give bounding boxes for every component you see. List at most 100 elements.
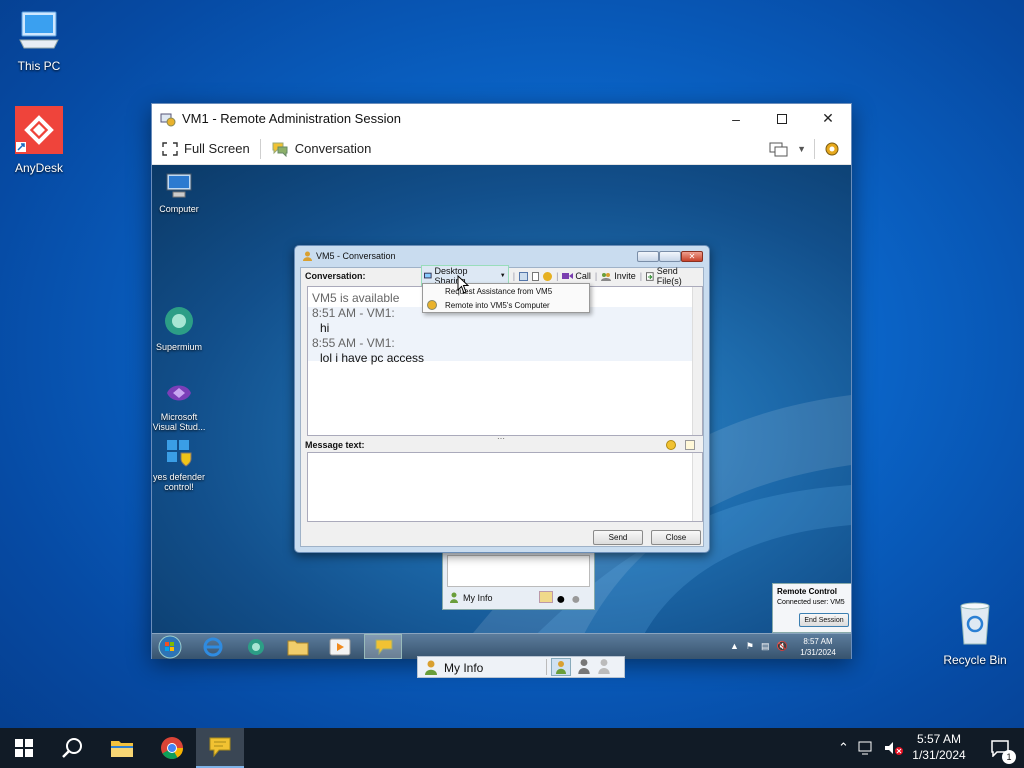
window-toolbar: Full Screen Conversation ▼ bbox=[152, 133, 851, 165]
conversation-taskbar-button[interactable] bbox=[364, 634, 402, 659]
clock-date: 1/31/2024 bbox=[912, 748, 966, 762]
window-titlebar: VM1 - Remote Administration Session – ✕ bbox=[152, 104, 851, 133]
flag-icon[interactable]: ⚑ bbox=[746, 641, 754, 652]
whiteboard-icon[interactable] bbox=[519, 271, 528, 281]
notification-center-button[interactable]: 1 bbox=[980, 728, 1020, 768]
call-label: Call bbox=[575, 271, 591, 281]
internet-explorer-icon[interactable] bbox=[202, 637, 224, 657]
busy-status-icon[interactable] bbox=[577, 658, 591, 674]
conv-minimize-button[interactable] bbox=[637, 251, 659, 262]
win7-start-button[interactable] bbox=[158, 635, 182, 659]
conv-maximize-button[interactable] bbox=[659, 251, 681, 262]
remote-into-item[interactable]: Remote into VM5's Computer bbox=[445, 301, 550, 310]
chrome-icon bbox=[161, 737, 183, 759]
history-scrollbar[interactable] bbox=[692, 287, 702, 435]
fullscreen-icon bbox=[162, 141, 178, 156]
emoticon-icon[interactable] bbox=[543, 271, 553, 281]
conversation-button[interactable]: Conversation bbox=[261, 133, 382, 164]
online-status-icon[interactable] bbox=[539, 591, 553, 603]
display-select-icon[interactable] bbox=[769, 141, 789, 157]
clock[interactable]: 5:57 AM 1/31/2024 bbox=[902, 731, 976, 763]
maximize-button[interactable] bbox=[759, 104, 805, 133]
system-tray: ⌃ bbox=[838, 740, 905, 756]
chat-bubble-icon bbox=[375, 639, 393, 656]
message-input[interactable] bbox=[307, 452, 703, 522]
recycle-bin-glyph-icon bbox=[960, 602, 990, 645]
close-dialog-button[interactable]: Close bbox=[651, 530, 701, 545]
tray-chevron-icon[interactable]: ▲ bbox=[730, 641, 739, 652]
minimize-button[interactable]: – bbox=[713, 104, 759, 133]
windows-shield-icon bbox=[167, 440, 192, 467]
recycle-bin-icon[interactable]: Recycle Bin bbox=[940, 600, 1010, 667]
remote-contacts-window: My Info ● ● bbox=[442, 550, 595, 610]
splitter-handle[interactable]: ⋯ bbox=[497, 434, 505, 443]
offline-status-icon[interactable]: ● bbox=[571, 591, 583, 608]
supermium-taskbar-icon[interactable] bbox=[245, 637, 267, 657]
status-icons bbox=[551, 658, 611, 676]
invite-button[interactable]: Invite bbox=[601, 271, 636, 281]
message-text-label: Message text: bbox=[305, 440, 365, 450]
send-files-label: Send File(s) bbox=[656, 266, 682, 286]
chrome-taskbar-button[interactable] bbox=[148, 728, 196, 768]
full-screen-label: Full Screen bbox=[184, 141, 250, 156]
user-icon bbox=[450, 592, 458, 603]
my-info-label: My Info bbox=[444, 660, 484, 675]
conv-close-button[interactable]: ✕ bbox=[681, 251, 703, 262]
recycle-bin-label: Recycle Bin bbox=[943, 653, 1007, 667]
this-pc-icon[interactable]: This PC bbox=[4, 10, 74, 73]
format-icon[interactable] bbox=[685, 440, 695, 450]
network-icon[interactable] bbox=[857, 740, 875, 756]
media-player-icon[interactable] bbox=[329, 638, 351, 656]
close-button[interactable]: ✕ bbox=[805, 104, 851, 133]
network-icon[interactable]: ▤ bbox=[761, 641, 770, 652]
remote-computer-icon[interactable]: Computer bbox=[152, 173, 210, 214]
remote-defender-control-icon[interactable]: yes defender control! bbox=[152, 437, 210, 492]
conversation-label: Conversation: bbox=[305, 271, 366, 281]
search-button[interactable] bbox=[48, 728, 96, 768]
file-explorer-taskbar-button[interactable] bbox=[98, 728, 146, 768]
away-status-icon[interactable]: ● bbox=[556, 591, 568, 608]
desktop-sharing-menu: Request Assistance from VM5 Remote into … bbox=[422, 283, 590, 313]
my-info-row[interactable]: My Info bbox=[449, 592, 493, 603]
remote-admin-window: VM1 - Remote Administration Session – ✕ … bbox=[151, 103, 852, 659]
conversation-app-taskbar-button[interactable] bbox=[196, 728, 244, 768]
send-files-button[interactable]: Send File(s) bbox=[646, 266, 703, 286]
status-message: VM5 is available bbox=[312, 291, 400, 305]
emoticon-icon[interactable] bbox=[666, 440, 676, 450]
remote-clock[interactable]: 8:57 AM 1/31/2024 bbox=[792, 636, 844, 658]
invite-users-icon bbox=[601, 272, 612, 281]
tray-chevron-icon[interactable]: ⌃ bbox=[838, 740, 849, 756]
offline-status-icon[interactable] bbox=[597, 658, 611, 674]
computer-icon bbox=[166, 173, 192, 198]
file-icon[interactable] bbox=[531, 271, 540, 281]
end-session-button[interactable]: End Session bbox=[799, 613, 849, 627]
remote-desktop-view[interactable]: Computer Supermium Microsoft Visual Stud… bbox=[152, 165, 851, 659]
online-status-icon[interactable] bbox=[551, 658, 571, 676]
volume-muted-icon[interactable]: 🔇 bbox=[777, 641, 788, 652]
conversation-title: VM5 - Conversation bbox=[316, 251, 396, 261]
visual-studio-label: Microsoft Visual Stud... bbox=[152, 412, 206, 432]
this-pc-label: This PC bbox=[17, 59, 61, 73]
send-button[interactable]: Send bbox=[593, 530, 643, 545]
remote-supermium-icon[interactable]: Supermium bbox=[152, 305, 210, 352]
remote-control-panel: Remote Control Connected user: VM5 End S… bbox=[772, 583, 851, 633]
defender-control-label: yes defender control! bbox=[152, 472, 206, 492]
message-body: hi bbox=[320, 321, 330, 335]
input-scrollbar[interactable] bbox=[692, 453, 702, 521]
my-info-row[interactable]: My Info bbox=[424, 660, 483, 675]
remote-into-icon bbox=[427, 300, 437, 310]
call-button[interactable]: Call bbox=[562, 271, 591, 281]
anydesk-icon[interactable]: AnyDesk bbox=[4, 106, 74, 175]
gear-icon[interactable] bbox=[823, 140, 841, 158]
explorer-folder-icon[interactable] bbox=[287, 638, 309, 656]
invite-label: Invite bbox=[614, 271, 636, 281]
toolbar-separator: | bbox=[556, 271, 559, 281]
chevron-down-icon[interactable]: ▼ bbox=[797, 144, 806, 154]
message-header: 8:51 AM - VM1: bbox=[312, 306, 395, 320]
supermium-label: Supermium bbox=[155, 342, 202, 352]
remote-visual-studio-icon[interactable]: Microsoft Visual Stud... bbox=[152, 379, 210, 432]
start-button[interactable] bbox=[0, 728, 48, 768]
remote-tray-icons: ▲ ⚑ ▤ 🔇 bbox=[730, 641, 788, 652]
full-screen-button[interactable]: Full Screen bbox=[152, 133, 260, 164]
chevron-down-icon: ▼ bbox=[499, 273, 506, 279]
